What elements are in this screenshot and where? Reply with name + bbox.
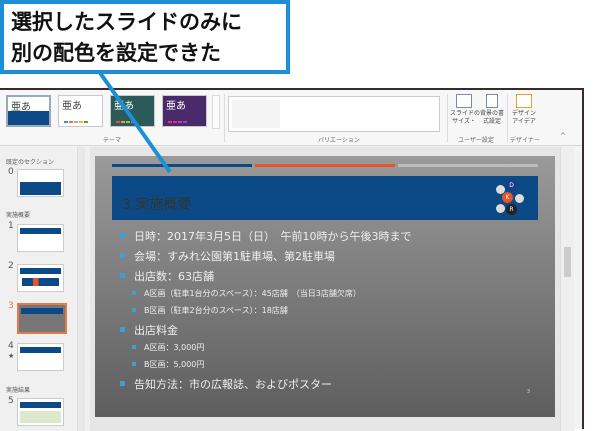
callout-line-1: 選択したスライドのみに bbox=[11, 10, 242, 34]
callout-line-2: 別の配色を設定できた bbox=[11, 41, 221, 65]
callout-box: 選択したスライドのみに 別の配色を設定できた bbox=[0, 0, 290, 74]
